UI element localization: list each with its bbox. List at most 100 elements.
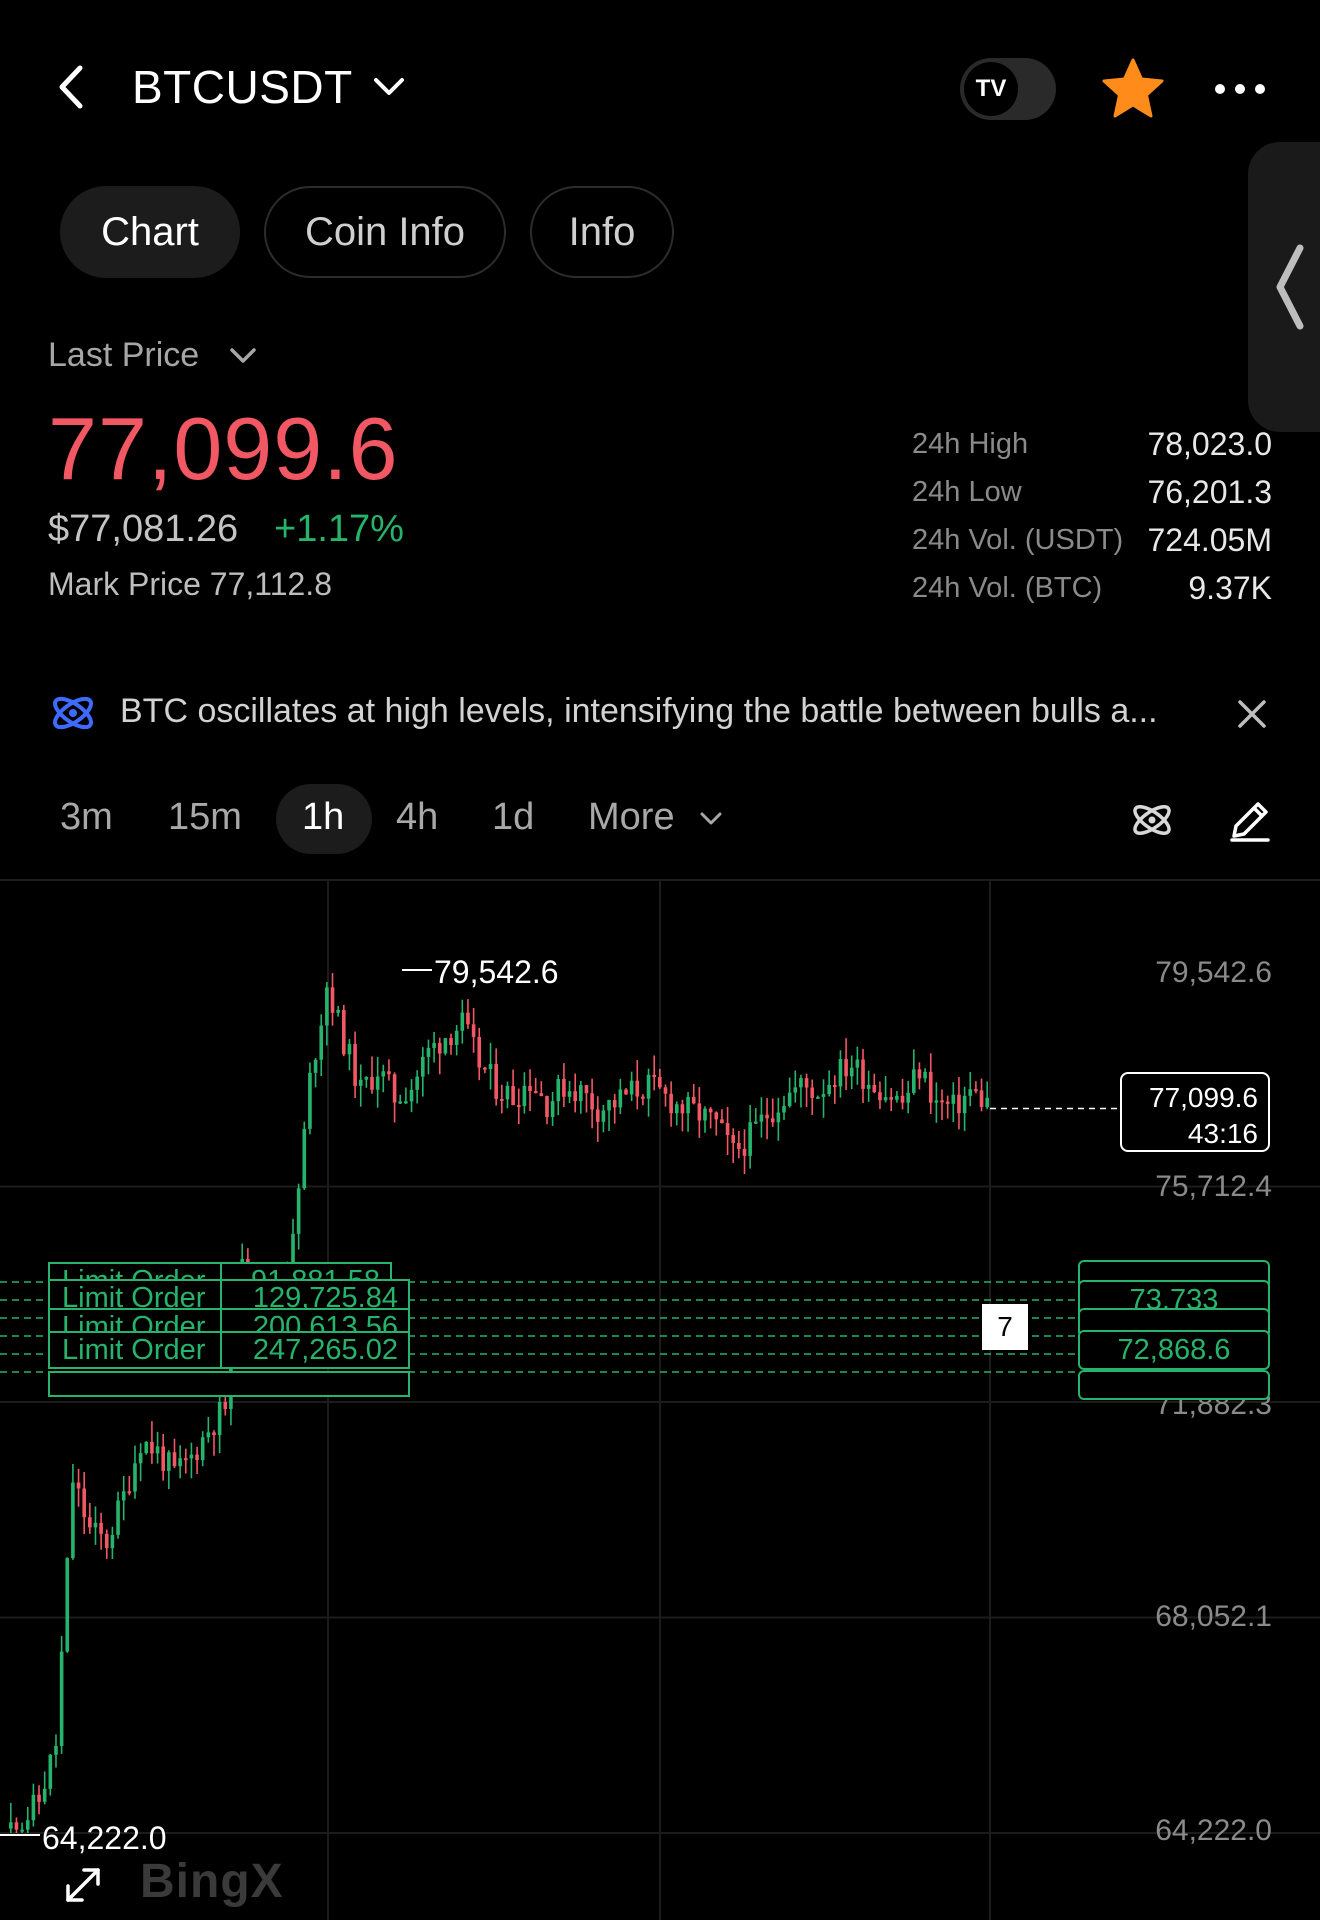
candle-body: [793, 1087, 798, 1093]
candle-body: [748, 1122, 752, 1156]
interval-4h[interactable]: 4h: [396, 796, 438, 839]
candle-body: [110, 1534, 115, 1549]
candle-body: [545, 1096, 549, 1117]
candle-body: [866, 1084, 871, 1089]
interval-15m[interactable]: 15m: [168, 796, 242, 839]
candle-body: [979, 1090, 984, 1108]
candle-body: [370, 1076, 374, 1090]
candle-body: [573, 1091, 577, 1102]
candle-body: [437, 1042, 442, 1054]
candle-body: [212, 1432, 216, 1436]
candle-body: [195, 1454, 199, 1461]
candle-body: [618, 1089, 623, 1108]
candle-body: [985, 1097, 989, 1108]
candle-body: [674, 1104, 679, 1114]
last-price-marker: 77,099.6 43:16: [1120, 1072, 1270, 1152]
candle-body: [686, 1096, 690, 1114]
interval-3m[interactable]: 3m: [60, 796, 113, 839]
candle-body: [878, 1092, 882, 1101]
chevron-left-icon: [1276, 244, 1304, 330]
candle-body: [138, 1453, 143, 1464]
candle-body: [223, 1402, 228, 1409]
candle-body: [364, 1076, 369, 1080]
tradingview-toggle[interactable]: TV: [960, 58, 1056, 120]
candle-body: [460, 1012, 465, 1031]
candle-body: [810, 1087, 815, 1098]
order-count-badge[interactable]: 7: [982, 1304, 1028, 1350]
interval-more[interactable]: More: [588, 796, 675, 839]
favorite-star-icon[interactable]: [1100, 56, 1166, 122]
candle-body: [308, 1072, 312, 1129]
chevron-down-icon[interactable]: [228, 344, 258, 368]
candle-body: [505, 1085, 510, 1100]
tab-coin-info[interactable]: Coin Info: [264, 186, 506, 278]
candle-body: [669, 1093, 673, 1114]
candle-body: [539, 1093, 544, 1097]
back-arrow-icon[interactable]: [48, 62, 98, 112]
candle-body: [962, 1095, 967, 1114]
candle-body: [172, 1452, 177, 1467]
candle-body: [957, 1094, 961, 1114]
candle-body: [652, 1074, 657, 1077]
candle-body: [488, 1064, 493, 1070]
stat-label-24h-vol-usdt: 24h Vol. (USDT): [912, 524, 1124, 556]
candle-body: [889, 1097, 894, 1100]
draw-pencil-icon[interactable]: [1226, 796, 1274, 844]
interval-1h[interactable]: 1h: [302, 796, 344, 839]
candle-body: [703, 1108, 707, 1121]
candle-body: [14, 1822, 19, 1830]
candle-body: [951, 1094, 956, 1104]
candle-body: [302, 1128, 307, 1189]
stat-value-24h-low: 76,201.3: [1147, 474, 1272, 510]
price-change-percent: +1.17%: [274, 508, 404, 550]
candle-body: [776, 1112, 781, 1123]
candle-body: [155, 1446, 160, 1454]
candle-countdown: 43:16: [1187, 1118, 1258, 1149]
candle-body: [387, 1071, 391, 1075]
limit-order-box[interactable]: Limit Order 247,265.02: [48, 1331, 410, 1369]
candle-body: [9, 1822, 13, 1829]
candle-body: [658, 1076, 662, 1088]
candle-body: [31, 1794, 36, 1821]
candle-body: [612, 1099, 617, 1108]
candle-body: [629, 1080, 634, 1095]
last-price-selector[interactable]: Last Price: [48, 336, 199, 375]
candle-body: [20, 1829, 24, 1832]
last-price-value: 77,099.6: [48, 399, 399, 498]
order-price-tag[interactable]: [1078, 1370, 1270, 1400]
candle-body: [720, 1119, 724, 1124]
interval-1d[interactable]: 1d: [492, 796, 534, 839]
tab-info[interactable]: Info: [530, 186, 674, 278]
candle-body: [641, 1096, 645, 1099]
candle-body: [562, 1079, 566, 1097]
candle-body: [731, 1134, 736, 1143]
side-panel-handle[interactable]: [1248, 142, 1320, 432]
order-price-tag[interactable]: 72,868.6: [1078, 1330, 1270, 1370]
tab-chart[interactable]: Chart: [60, 186, 240, 278]
more-options-icon[interactable]: [1210, 66, 1270, 112]
news-headline[interactable]: BTC oscillates at high levels, intensify…: [120, 692, 1200, 731]
limit-order-box-edge: [48, 1371, 410, 1397]
candle-body: [737, 1142, 741, 1149]
candle-body: [917, 1069, 922, 1079]
chevron-down-icon[interactable]: [372, 74, 406, 100]
candle-body: [76, 1482, 81, 1489]
close-icon[interactable]: [1232, 694, 1272, 734]
candle-body: [855, 1059, 860, 1068]
ai-analysis-icon[interactable]: [1128, 796, 1176, 844]
candle-body: [483, 1067, 487, 1070]
stat-value-24h-vol-btc: 9.37K: [1188, 570, 1272, 606]
y-axis-label: 79,542.6: [1155, 956, 1272, 989]
candle-body: [466, 1012, 470, 1025]
pair-title[interactable]: BTCUSDT: [132, 60, 353, 114]
stat-value-24h-high: 78,023.0: [1147, 426, 1272, 462]
chevron-down-icon[interactable]: [698, 808, 724, 830]
mark-price: Mark Price 77,112.8: [48, 566, 332, 602]
order-amount: 247,265.02: [252, 1334, 398, 1366]
candle-body: [200, 1437, 205, 1461]
candle-body: [358, 1079, 363, 1086]
candle-body: [945, 1101, 950, 1104]
candle-body: [934, 1100, 939, 1103]
fullscreen-expand-icon[interactable]: [60, 1862, 106, 1908]
candle-body: [392, 1074, 397, 1103]
